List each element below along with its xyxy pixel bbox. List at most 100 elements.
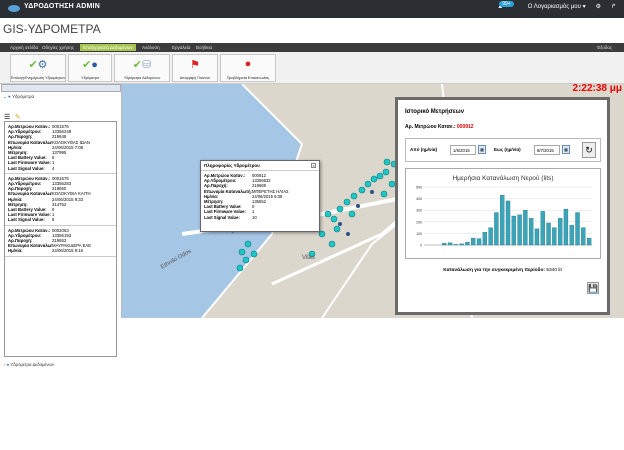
ribbon-button-label: Υδρόμετρα Δεδομένων: [123, 76, 161, 80]
from-date-input[interactable]: 1/6/2015: [450, 145, 476, 155]
list-icon[interactable]: ☰: [4, 114, 10, 121]
ribbon-button-comm-problems[interactable]: ● Προβλήματα Επικοινωνίας: [220, 54, 276, 82]
popup-title: Πληροφορίες Υδρομέτρου: [201, 161, 319, 171]
alert-icon: ●: [244, 58, 252, 70]
consumption-chart: Ημερήσια Κατανάλωση Νερού (lits) 0 100 200…: [405, 168, 601, 259]
record-row: Last Signal Value: 4: [8, 166, 113, 171]
chart-bar: [575, 212, 580, 246]
chart-bar: [476, 238, 482, 246]
ribbon-button-label: Απόρριψη Πολιτών: [179, 76, 211, 80]
page-title: GIS-ΥΔΡΟΜΕΤΡΑ: [3, 22, 101, 36]
chart-bar: [471, 237, 476, 246]
meter-record[interactable]: Αρ.Μετρώου Καταν.: 0002063 Αρ.Υδρομέτρου: 1…: [5, 226, 116, 257]
refresh-button[interactable]: ↻: [582, 142, 596, 158]
chart-svg: 0 100 200 300 400 500: [416, 186, 592, 248]
chart-bar: [488, 227, 493, 246]
ribbon-button-label: Υδρόμετρα: [81, 76, 99, 80]
popup-row: Last Signal Value: 10: [204, 215, 316, 220]
person-icon: ●: [8, 94, 11, 99]
y-tick-label: 400: [416, 197, 422, 201]
y-tick-label: 500: [416, 186, 422, 190]
record-field-label: Last Signal Value:: [8, 165, 45, 171]
chart-bar: [534, 228, 540, 246]
account-menu[interactable]: Ο Λογαριασμός μου ▾: [528, 3, 586, 10]
to-date-input[interactable]: 8/7/2015: [534, 145, 560, 155]
period-total-value: 5340 lit: [546, 268, 562, 273]
chart-bar: [517, 214, 522, 246]
record-field-value: 8: [52, 217, 55, 223]
street-label: Vilas: [302, 255, 315, 261]
ribbon-button-reject[interactable]: ⚑ Απόρριψη Πολιτών: [172, 54, 218, 82]
meter-record[interactable]: Αρ.Μετρώου Καταν.: 0001576 Αρ.Υδρομέτρου: 1…: [5, 122, 116, 174]
popup-body: Αρ.Μετρώου Καταν.: 000912 Αρ.Υδρομέτρου: 13…: [201, 171, 319, 222]
top-bar: ΥΔΡΟΔΟΤΗΣΗ ADMIN ▲99+ Ο Λογαριασμός μου …: [0, 0, 624, 18]
notification-badge: 99+: [499, 0, 514, 7]
menu-bar: Αρχική σελίδα Οδηγίες χρήσης Επεξεργασία…: [0, 43, 624, 52]
chart-bar: [453, 244, 459, 246]
notification-icon[interactable]: ▲99+: [497, 0, 517, 10]
record-field-value: 24/06/2015 9:16: [52, 248, 84, 254]
chart-bar: [528, 218, 534, 246]
left-panel: ⌄ ● Υδρόμετρα ☰ ✎ Αρ.Μετρώου Καταν.: 0001…: [0, 84, 122, 367]
chart-bar: [586, 237, 592, 246]
share-icon[interactable]: ↱: [611, 3, 616, 10]
y-tick-label: 0: [420, 244, 422, 248]
chart-bar: [540, 211, 545, 246]
menu-item-guide[interactable]: Οδηγίες χρήσης: [42, 45, 74, 50]
gear-icon[interactable]: ⚙: [596, 3, 601, 10]
record-field-label: Ημ/νία:: [8, 248, 23, 254]
date-range-box: Από (ημ/νία) 1/6/2015 ▦ Εως (ημ/νία) 8/7…: [405, 138, 601, 162]
dialog-title: Ιστορικό Μετρήσεων: [405, 109, 465, 115]
menu-item-help[interactable]: Βοήθεια: [196, 45, 212, 50]
menu-item-logout[interactable]: Έξοδος: [597, 45, 612, 50]
chart-bar: [447, 242, 453, 246]
meter-label: Αρ. Μετρώου Καταν.:: [405, 124, 456, 130]
menu-item-analysis[interactable]: Ανάλυση: [142, 45, 160, 50]
chart-bar: [563, 208, 569, 246]
period-total-label: Κατανάλωση για την συγκεκριμένη περίοδο:: [443, 268, 545, 273]
close-icon[interactable]: ×: [311, 163, 316, 168]
meter-value: 000912: [456, 124, 474, 130]
chart-bar: [505, 200, 511, 246]
tree-item-meter-data[interactable]: › ● Υδρόμετρα Δεδομένων: [4, 362, 54, 367]
tree-item-label: Υδρόμετρα Δεδομένων: [10, 362, 55, 367]
edit-icon[interactable]: ✎: [15, 114, 21, 121]
ribbon-button-meter-data[interactable]: ✔⛁ Υδρόμετρα Δεδομένων: [114, 54, 170, 82]
chart-bar: [546, 222, 551, 246]
panel-tools: ☰ ✎: [4, 106, 64, 121]
period-total: Κατανάλωση για την συγκεκριμένη περίοδο:…: [398, 268, 607, 273]
panel-collapse-bar[interactable]: [1, 84, 121, 92]
chart-bar: [511, 215, 516, 246]
tree-root[interactable]: ⌄ ● Υδρόμετρα: [3, 94, 34, 100]
ribbon-button-select-meters[interactable]: ✔⚙ Επιλογή/Ενημέρωση Υδρομέτρων: [10, 54, 66, 82]
database-icon: ●: [6, 362, 10, 367]
to-date-label: Εως (ημ/νία): [494, 147, 521, 152]
popup-field-label: Last Signal Value:: [204, 214, 240, 220]
save-icon[interactable]: 💾: [587, 282, 599, 294]
clock: 2:22:38 μμ: [572, 83, 622, 94]
meter-number-line: Αρ. Μετρώου Καταν.: 000912: [405, 124, 474, 130]
record-field-label: Last Signal Value:: [8, 217, 45, 223]
chevron-right-icon: ›: [4, 362, 6, 367]
calendar-icon[interactable]: ▦: [562, 145, 570, 154]
chart-bar: [557, 218, 563, 246]
menu-item-tools[interactable]: Εργαλεία: [172, 45, 190, 50]
record-row: Last Signal Value: 8: [8, 217, 113, 222]
popup-field-value: 10: [252, 214, 257, 220]
chart-bar: [442, 243, 447, 246]
person-icon: ✔●: [82, 59, 98, 71]
history-dialog: Ιστορικό Μετρήσεων Αρ. Μετρώου Καταν.: 0…: [395, 97, 610, 315]
ribbon-toolbar: ✔⚙ Επιλογή/Ενημέρωση Υδρομέτρων ✔● Υδρόμ…: [0, 52, 624, 84]
chart-bar: [581, 227, 586, 246]
chart-bar: [465, 241, 470, 246]
ribbon-button-label: Προβλήματα Επικοινωνίας: [226, 76, 270, 80]
calendar-icon[interactable]: ▦: [478, 145, 486, 154]
menu-item-home[interactable]: Αρχική σελίδα: [10, 45, 38, 50]
meter-record[interactable]: Αρ.Μετρώου Καταν.: 0001575 Αρ.Υδρομέτρου: 1…: [5, 174, 116, 226]
ribbon-button-meters[interactable]: ✔● Υδρόμετρα: [68, 54, 112, 82]
menu-item-edit-data[interactable]: Επεξεργασία Δεδομένων: [80, 44, 136, 51]
chart-bar: [500, 194, 505, 246]
meter-records-list[interactable]: Αρ.Μετρώου Καταν.: 0001576 Αρ.Υδρομέτρου: 1…: [4, 121, 117, 357]
check-gear-icon: ✔⚙: [28, 59, 48, 71]
chart-bar: [459, 243, 464, 246]
